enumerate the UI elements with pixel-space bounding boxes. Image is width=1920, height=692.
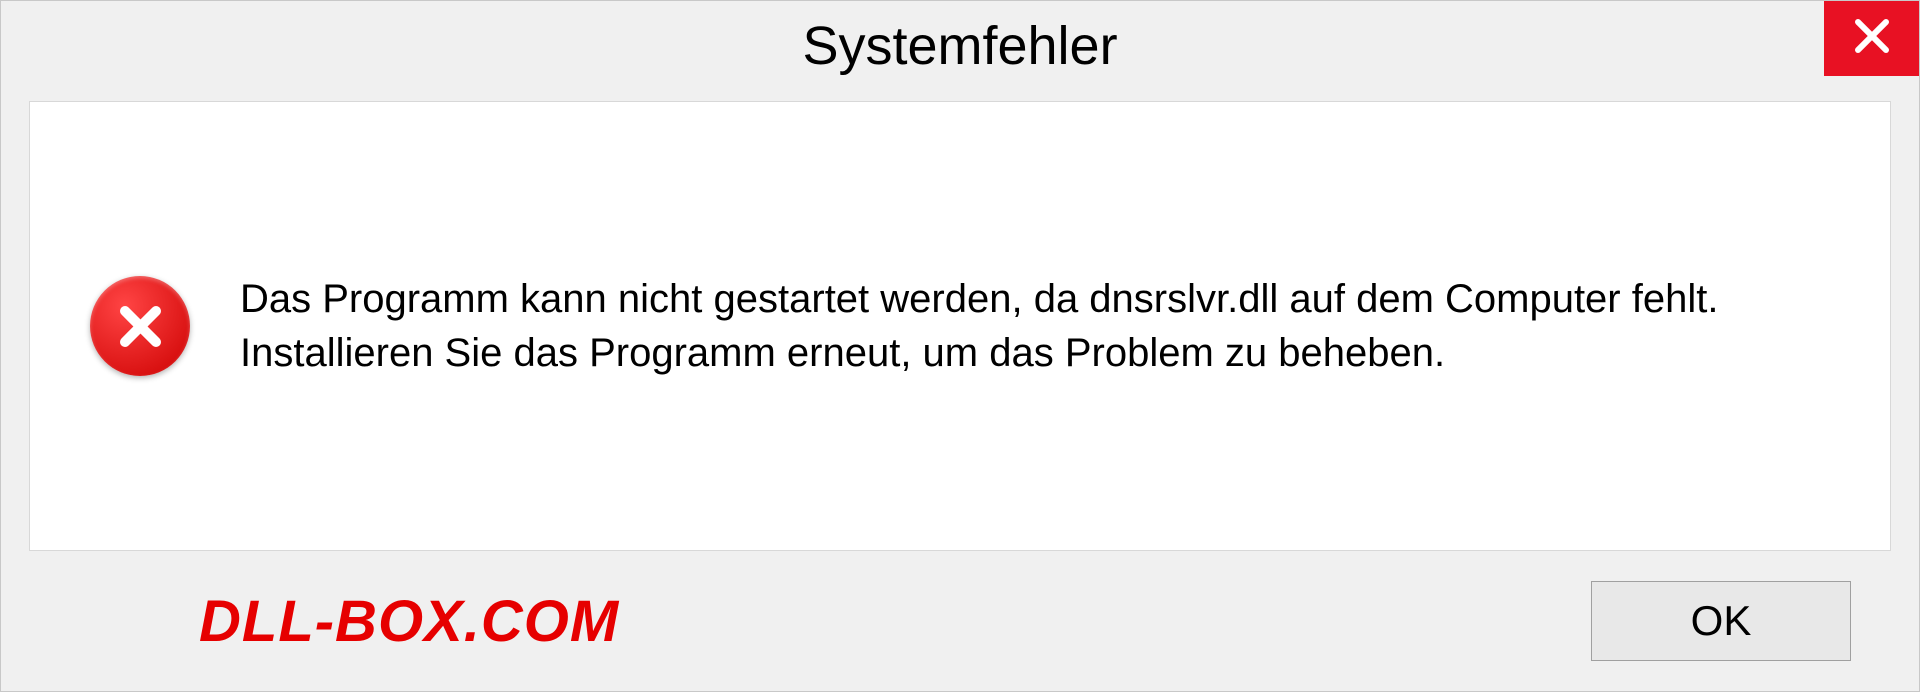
dialog-footer: DLL-BOX.COM OK	[29, 581, 1891, 671]
watermark-text: DLL-BOX.COM	[199, 588, 619, 655]
content-area: Das Programm kann nicht gestartet werden…	[1, 91, 1919, 691]
error-icon-wrapper	[90, 276, 190, 376]
dialog-title: Systemfehler	[802, 15, 1117, 77]
error-message: Das Programm kann nicht gestartet werden…	[240, 272, 1830, 380]
error-dialog: Systemfehler Das Programm kann	[0, 0, 1920, 692]
titlebar: Systemfehler	[1, 1, 1919, 91]
error-icon	[90, 276, 190, 376]
message-box: Das Programm kann nicht gestartet werden…	[29, 101, 1891, 551]
ok-button[interactable]: OK	[1591, 581, 1851, 661]
close-icon	[1852, 16, 1892, 61]
close-button[interactable]	[1824, 1, 1919, 76]
